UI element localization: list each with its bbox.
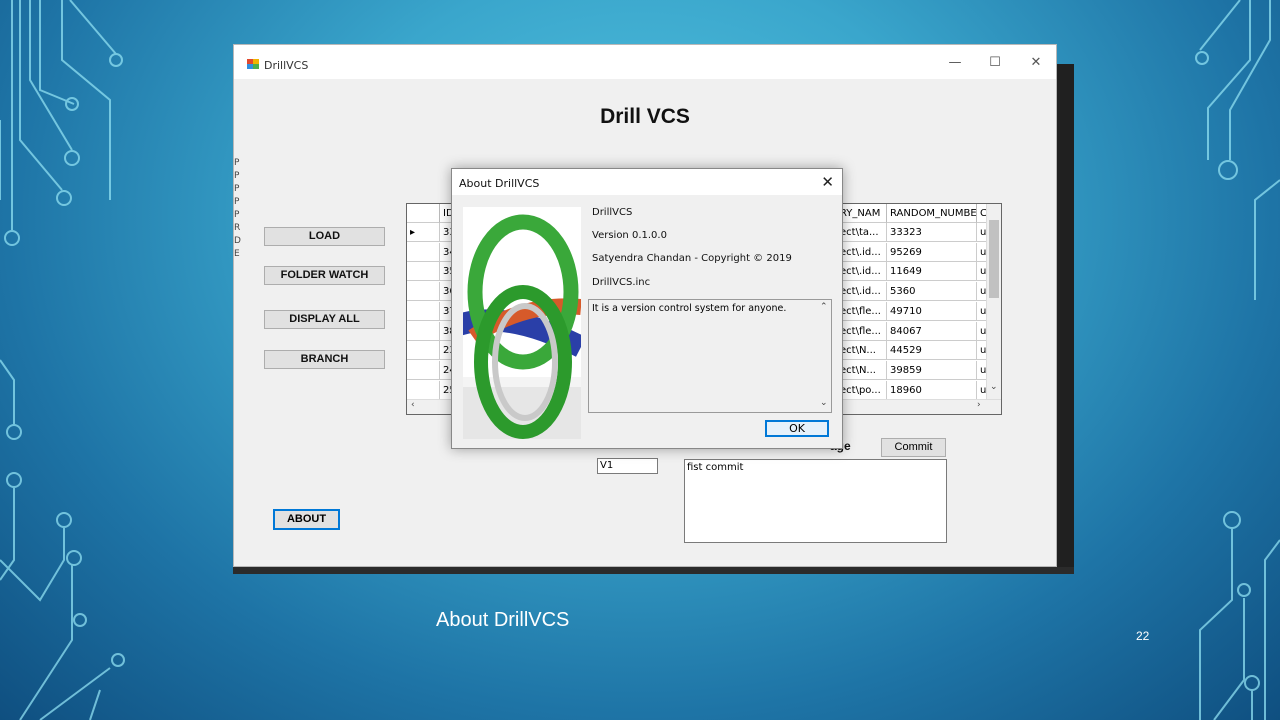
description-text: It is a version control system for anyon… (592, 303, 787, 314)
app-header: Drill VCS (600, 105, 690, 128)
scroll-up-icon[interactable]: ⌃ (820, 302, 828, 312)
window-title: DrillVCS (264, 59, 309, 72)
row-selector[interactable] (407, 301, 440, 321)
scroll-right-icon[interactable]: › (977, 400, 981, 410)
company-name: DrillVCS.inc (592, 277, 651, 288)
column-header-name[interactable]: RY_NAM (837, 204, 887, 223)
cell-random-number[interactable]: 5360 (887, 282, 977, 302)
app-logo (463, 207, 581, 439)
cell-random-number[interactable]: 18960 (887, 380, 977, 400)
version-field[interactable]: V1 (597, 458, 658, 474)
cell-random-number[interactable]: 33323 (887, 223, 977, 242)
column-header-random-number[interactable]: RANDOM_NUMBE (887, 204, 977, 223)
product-name: DrillVCS (592, 207, 633, 218)
clipped-label: P (234, 158, 240, 168)
about-button[interactable]: ABOUT (273, 509, 340, 530)
cell-random-number[interactable]: 44529 (887, 341, 977, 361)
row-header-corner (407, 204, 440, 223)
background-window-edge (1057, 64, 1074, 574)
commit-button[interactable]: Commit (881, 438, 946, 457)
clipped-label: D (234, 236, 241, 246)
load-button[interactable]: LOAD (264, 227, 385, 246)
cell-path[interactable]: ect\N... (837, 360, 887, 380)
row-selector[interactable] (407, 262, 440, 282)
cell-path[interactable]: ect\.id... (837, 242, 887, 262)
clipped-label: P (234, 171, 240, 181)
row-selector[interactable] (407, 282, 440, 302)
folder-watch-button[interactable]: FOLDER WATCH (264, 266, 385, 285)
scroll-down-icon[interactable]: ⌄ (820, 398, 828, 408)
row-selector[interactable] (407, 341, 440, 361)
cell-random-number[interactable]: 49710 (887, 301, 977, 321)
cell-path[interactable]: ect\fle... (837, 301, 887, 321)
clipped-label: P (234, 184, 240, 194)
title-bar[interactable]: DrillVCS — ☐ ✕ (234, 45, 1056, 79)
cell-path[interactable]: ect\.id... (837, 282, 887, 302)
about-dialog: About DrillVCS ✕ DrillVCS Version 0.1.0.… (451, 168, 843, 449)
display-all-button[interactable]: DISPLAY ALL (264, 310, 385, 329)
maximize-button[interactable]: ☐ (980, 53, 1010, 73)
cell-random-number[interactable]: 11649 (887, 262, 977, 282)
product-copyright: Satyendra Chandan - Copyright © 2019 (592, 253, 792, 264)
clipped-label: E (234, 249, 240, 259)
minimize-button[interactable]: — (940, 53, 970, 73)
cell-path[interactable]: ect\N... (837, 341, 887, 361)
background-window-edge (233, 567, 1074, 574)
dialog-title: About DrillVCS (459, 177, 540, 190)
product-version: Version 0.1.0.0 (592, 230, 667, 241)
ok-button[interactable]: OK (765, 420, 829, 437)
close-button[interactable]: ✕ (1021, 53, 1051, 73)
scroll-left-icon[interactable]: ‹ (411, 400, 415, 410)
clipped-label: P (234, 210, 240, 220)
row-selector[interactable]: ▸ (407, 223, 440, 242)
description-box[interactable]: It is a version control system for anyon… (588, 299, 832, 413)
close-icon[interactable]: ✕ (821, 173, 834, 191)
dialog-title-bar[interactable]: About DrillVCS ✕ (452, 169, 842, 195)
cell-path[interactable]: ect\po... (837, 380, 887, 400)
scroll-down-icon[interactable]: ⌄ (990, 382, 998, 392)
cell-random-number[interactable]: 95269 (887, 242, 977, 262)
grid-vertical-scrollbar[interactable]: ⌄ (986, 204, 1001, 400)
description-scrollbar[interactable]: ⌃ ⌄ (817, 300, 831, 412)
clipped-labels: P P P P P R D E (234, 157, 241, 261)
app-icon (247, 59, 259, 69)
cell-path[interactable]: ect\ta... (837, 223, 887, 242)
cell-random-number[interactable]: 84067 (887, 321, 977, 341)
clipped-label: R (234, 223, 241, 233)
cell-random-number[interactable]: 39859 (887, 360, 977, 380)
page-number: 22 (1136, 629, 1150, 643)
clipped-label: P (234, 197, 240, 207)
row-selector[interactable] (407, 380, 440, 400)
row-selector[interactable] (407, 360, 440, 380)
row-selector[interactable] (407, 321, 440, 341)
slide-caption: About DrillVCS (436, 609, 570, 631)
scrollbar-thumb[interactable] (989, 220, 999, 298)
commit-message-field[interactable]: fist commit (684, 459, 947, 543)
cell-path[interactable]: ect\.id... (837, 262, 887, 282)
branch-button[interactable]: BRANCH (264, 350, 385, 369)
row-selector[interactable] (407, 242, 440, 262)
cell-path[interactable]: ect\fle... (837, 321, 887, 341)
